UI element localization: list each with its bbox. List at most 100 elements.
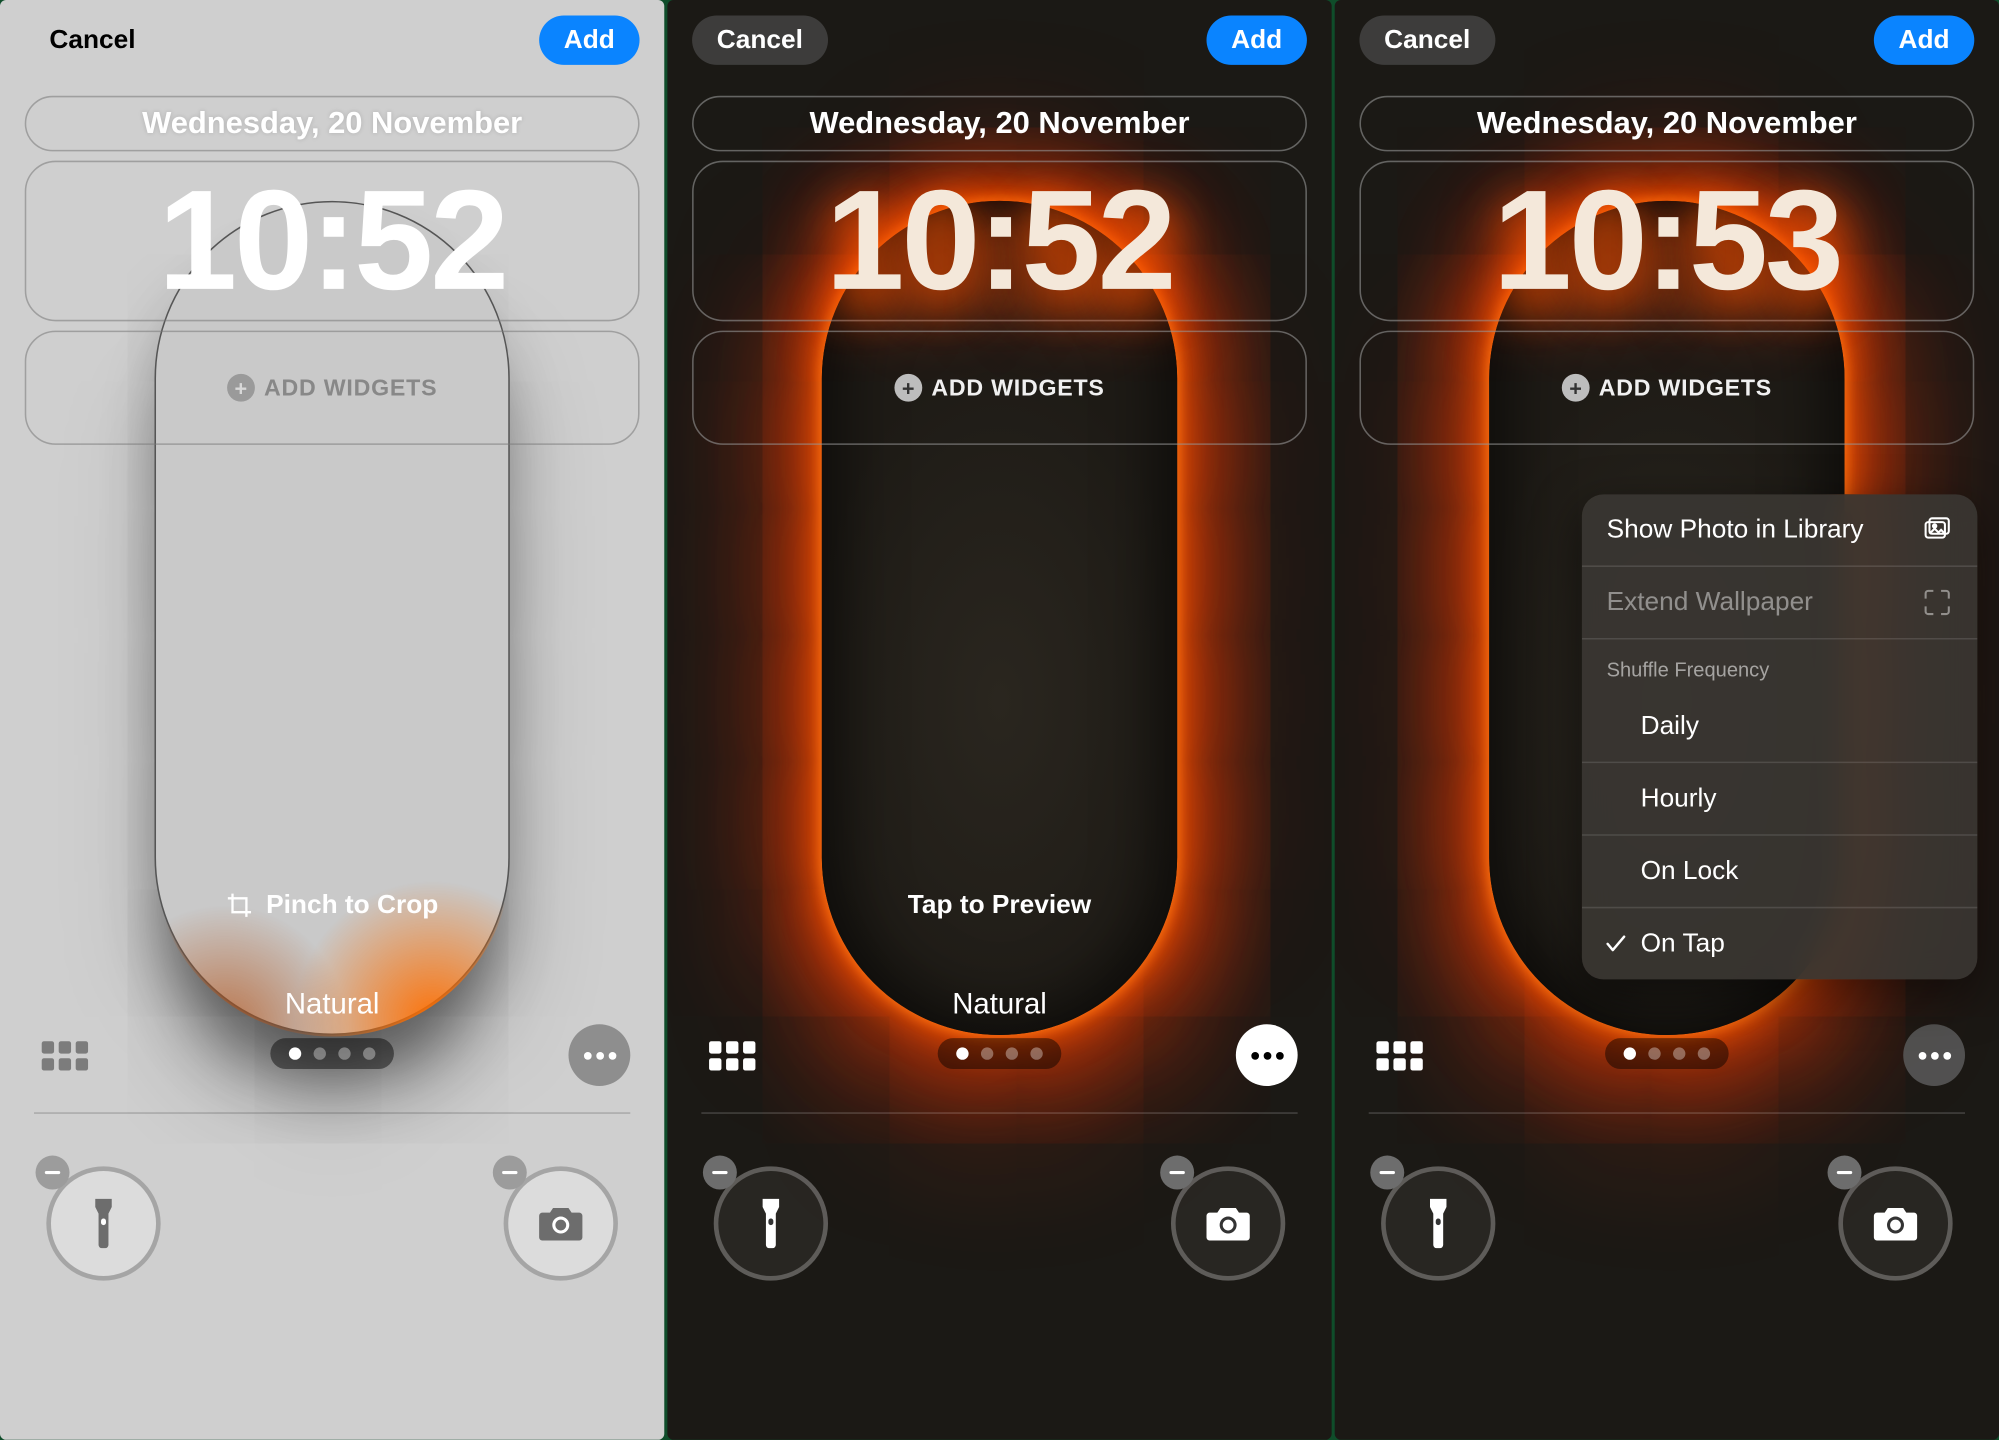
hint-text: Tap to Preview: [908, 890, 1091, 921]
panel-light: Cancel Add Wednesday, 20 November 10:52 …: [0, 0, 664, 1440]
photo-grid-button[interactable]: [1369, 1024, 1431, 1086]
remove-badge-icon[interactable]: [1828, 1156, 1862, 1190]
flashlight-icon: [83, 1199, 123, 1248]
cancel-button[interactable]: Cancel: [1359, 15, 1495, 64]
flashlight-icon: [1418, 1199, 1458, 1248]
time-text: 10:52: [158, 170, 506, 312]
divider: [1369, 1112, 1965, 1114]
add-button[interactable]: Add: [1206, 15, 1306, 64]
menu-item-show-photo[interactable]: Show Photo in Library: [1582, 494, 1977, 567]
flashlight-quick-action[interactable]: [46, 1166, 160, 1280]
camera-quick-action[interactable]: [1838, 1166, 1952, 1280]
add-widgets-label: ADD WIDGETS: [1599, 375, 1772, 401]
remove-badge-icon[interactable]: [1160, 1156, 1194, 1190]
add-button[interactable]: Add: [539, 15, 639, 64]
panel-dark-menu: Cancel Add Wednesday, 20 November 10:53 …: [1335, 0, 1999, 1440]
page-dot: [338, 1047, 350, 1059]
remove-badge-icon[interactable]: [703, 1156, 737, 1190]
page-dot: [314, 1047, 326, 1059]
menu-item-daily[interactable]: Daily: [1582, 691, 1977, 764]
extend-icon: [1922, 587, 1953, 618]
topbar: Cancel Add: [667, 15, 1331, 64]
topbar: Cancel Add: [1335, 15, 1999, 64]
date-widget-frame[interactable]: Wednesday, 20 November: [692, 96, 1307, 152]
ellipsis-icon: [1251, 1051, 1283, 1059]
plus-icon: +: [894, 374, 922, 402]
tap-to-preview-hint[interactable]: Tap to Preview: [667, 890, 1331, 921]
hint-text: Pinch to Crop: [266, 890, 438, 921]
filter-page-dots[interactable]: [1605, 1038, 1729, 1069]
divider: [701, 1112, 1297, 1114]
page-dot: [1648, 1047, 1660, 1059]
pinch-to-crop-hint: Pinch to Crop: [0, 890, 664, 921]
camera-icon: [1203, 1203, 1252, 1243]
page-dot: [1624, 1047, 1636, 1059]
time-widget-frame[interactable]: 10:53: [1359, 161, 1974, 322]
time-widget-frame[interactable]: 10:52: [692, 161, 1307, 322]
add-widgets-frame[interactable]: + ADD WIDGETS: [692, 331, 1307, 445]
date-widget-frame[interactable]: Wednesday, 20 November: [25, 96, 640, 152]
plus-icon: +: [227, 374, 255, 402]
page-dot: [1006, 1047, 1018, 1059]
camera-icon: [1871, 1203, 1920, 1243]
divider: [34, 1112, 630, 1114]
plus-icon: +: [1562, 374, 1590, 402]
add-widgets-label: ADD WIDGETS: [931, 375, 1104, 401]
time-widget-frame[interactable]: 10:52: [25, 161, 640, 322]
photo-grid-button[interactable]: [701, 1024, 763, 1086]
menu-item-label: On Tap: [1641, 928, 1725, 959]
crop-icon: [226, 891, 254, 919]
page-dot: [1698, 1047, 1710, 1059]
grid-icon: [1376, 1040, 1422, 1069]
camera-icon: [536, 1203, 585, 1243]
photo-grid-button[interactable]: [34, 1024, 96, 1086]
grid-icon: [709, 1040, 755, 1069]
ellipsis-icon: [1918, 1051, 1950, 1059]
ellipsis-icon: [583, 1051, 615, 1059]
panel-dark-preview: Cancel Add Wednesday, 20 November 10:52 …: [667, 0, 1331, 1440]
time-text: 10:53: [1493, 170, 1841, 312]
menu-item-label: Extend Wallpaper: [1607, 587, 1813, 618]
menu-item-on-lock[interactable]: On Lock: [1582, 836, 1977, 909]
remove-badge-icon[interactable]: [1370, 1156, 1404, 1190]
menu-item-hourly[interactable]: Hourly: [1582, 763, 1977, 836]
more-options-button[interactable]: [1236, 1024, 1298, 1086]
camera-quick-action[interactable]: [1171, 1166, 1285, 1280]
menu-item-label: Daily: [1641, 711, 1699, 742]
page-dot: [956, 1047, 968, 1059]
page-dot: [981, 1047, 993, 1059]
menu-header-shuffle: Shuffle Frequency: [1582, 640, 1977, 691]
remove-badge-icon[interactable]: [36, 1156, 70, 1190]
menu-item-on-tap[interactable]: On Tap: [1582, 908, 1977, 979]
add-widgets-label: ADD WIDGETS: [264, 375, 437, 401]
menu-item-label: Show Photo in Library: [1607, 514, 1864, 545]
menu-item-extend-wallpaper[interactable]: Extend Wallpaper: [1582, 567, 1977, 640]
time-text: 10:52: [825, 170, 1173, 312]
flashlight-icon: [751, 1199, 791, 1248]
topbar: Cancel Add: [0, 15, 664, 64]
remove-badge-icon[interactable]: [493, 1156, 527, 1190]
add-widgets-frame[interactable]: + ADD WIDGETS: [25, 331, 640, 445]
checkmark-icon: [1604, 932, 1629, 957]
date-widget-frame[interactable]: Wednesday, 20 November: [1359, 96, 1974, 152]
menu-item-label: On Lock: [1641, 856, 1739, 887]
flashlight-quick-action[interactable]: [714, 1166, 828, 1280]
more-options-button[interactable]: [568, 1024, 630, 1086]
more-options-button[interactable]: [1903, 1024, 1965, 1086]
cancel-button[interactable]: Cancel: [692, 15, 828, 64]
cancel-button[interactable]: Cancel: [25, 15, 161, 64]
more-options-menu: Show Photo in Library Extend Wallpaper S…: [1582, 494, 1977, 979]
menu-header-label: Shuffle Frequency: [1607, 658, 1770, 681]
date-text: Wednesday, 20 November: [1477, 106, 1857, 142]
camera-quick-action[interactable]: [504, 1166, 618, 1280]
date-text: Wednesday, 20 November: [142, 106, 522, 142]
add-widgets-frame[interactable]: + ADD WIDGETS: [1359, 331, 1974, 445]
page-dot: [1030, 1047, 1042, 1059]
grid-icon: [42, 1040, 88, 1069]
add-button[interactable]: Add: [1874, 15, 1974, 64]
flashlight-quick-action[interactable]: [1381, 1166, 1495, 1280]
date-text: Wednesday, 20 November: [809, 106, 1189, 142]
page-dot: [363, 1047, 375, 1059]
filter-page-dots[interactable]: [270, 1038, 394, 1069]
filter-page-dots[interactable]: [938, 1038, 1062, 1069]
